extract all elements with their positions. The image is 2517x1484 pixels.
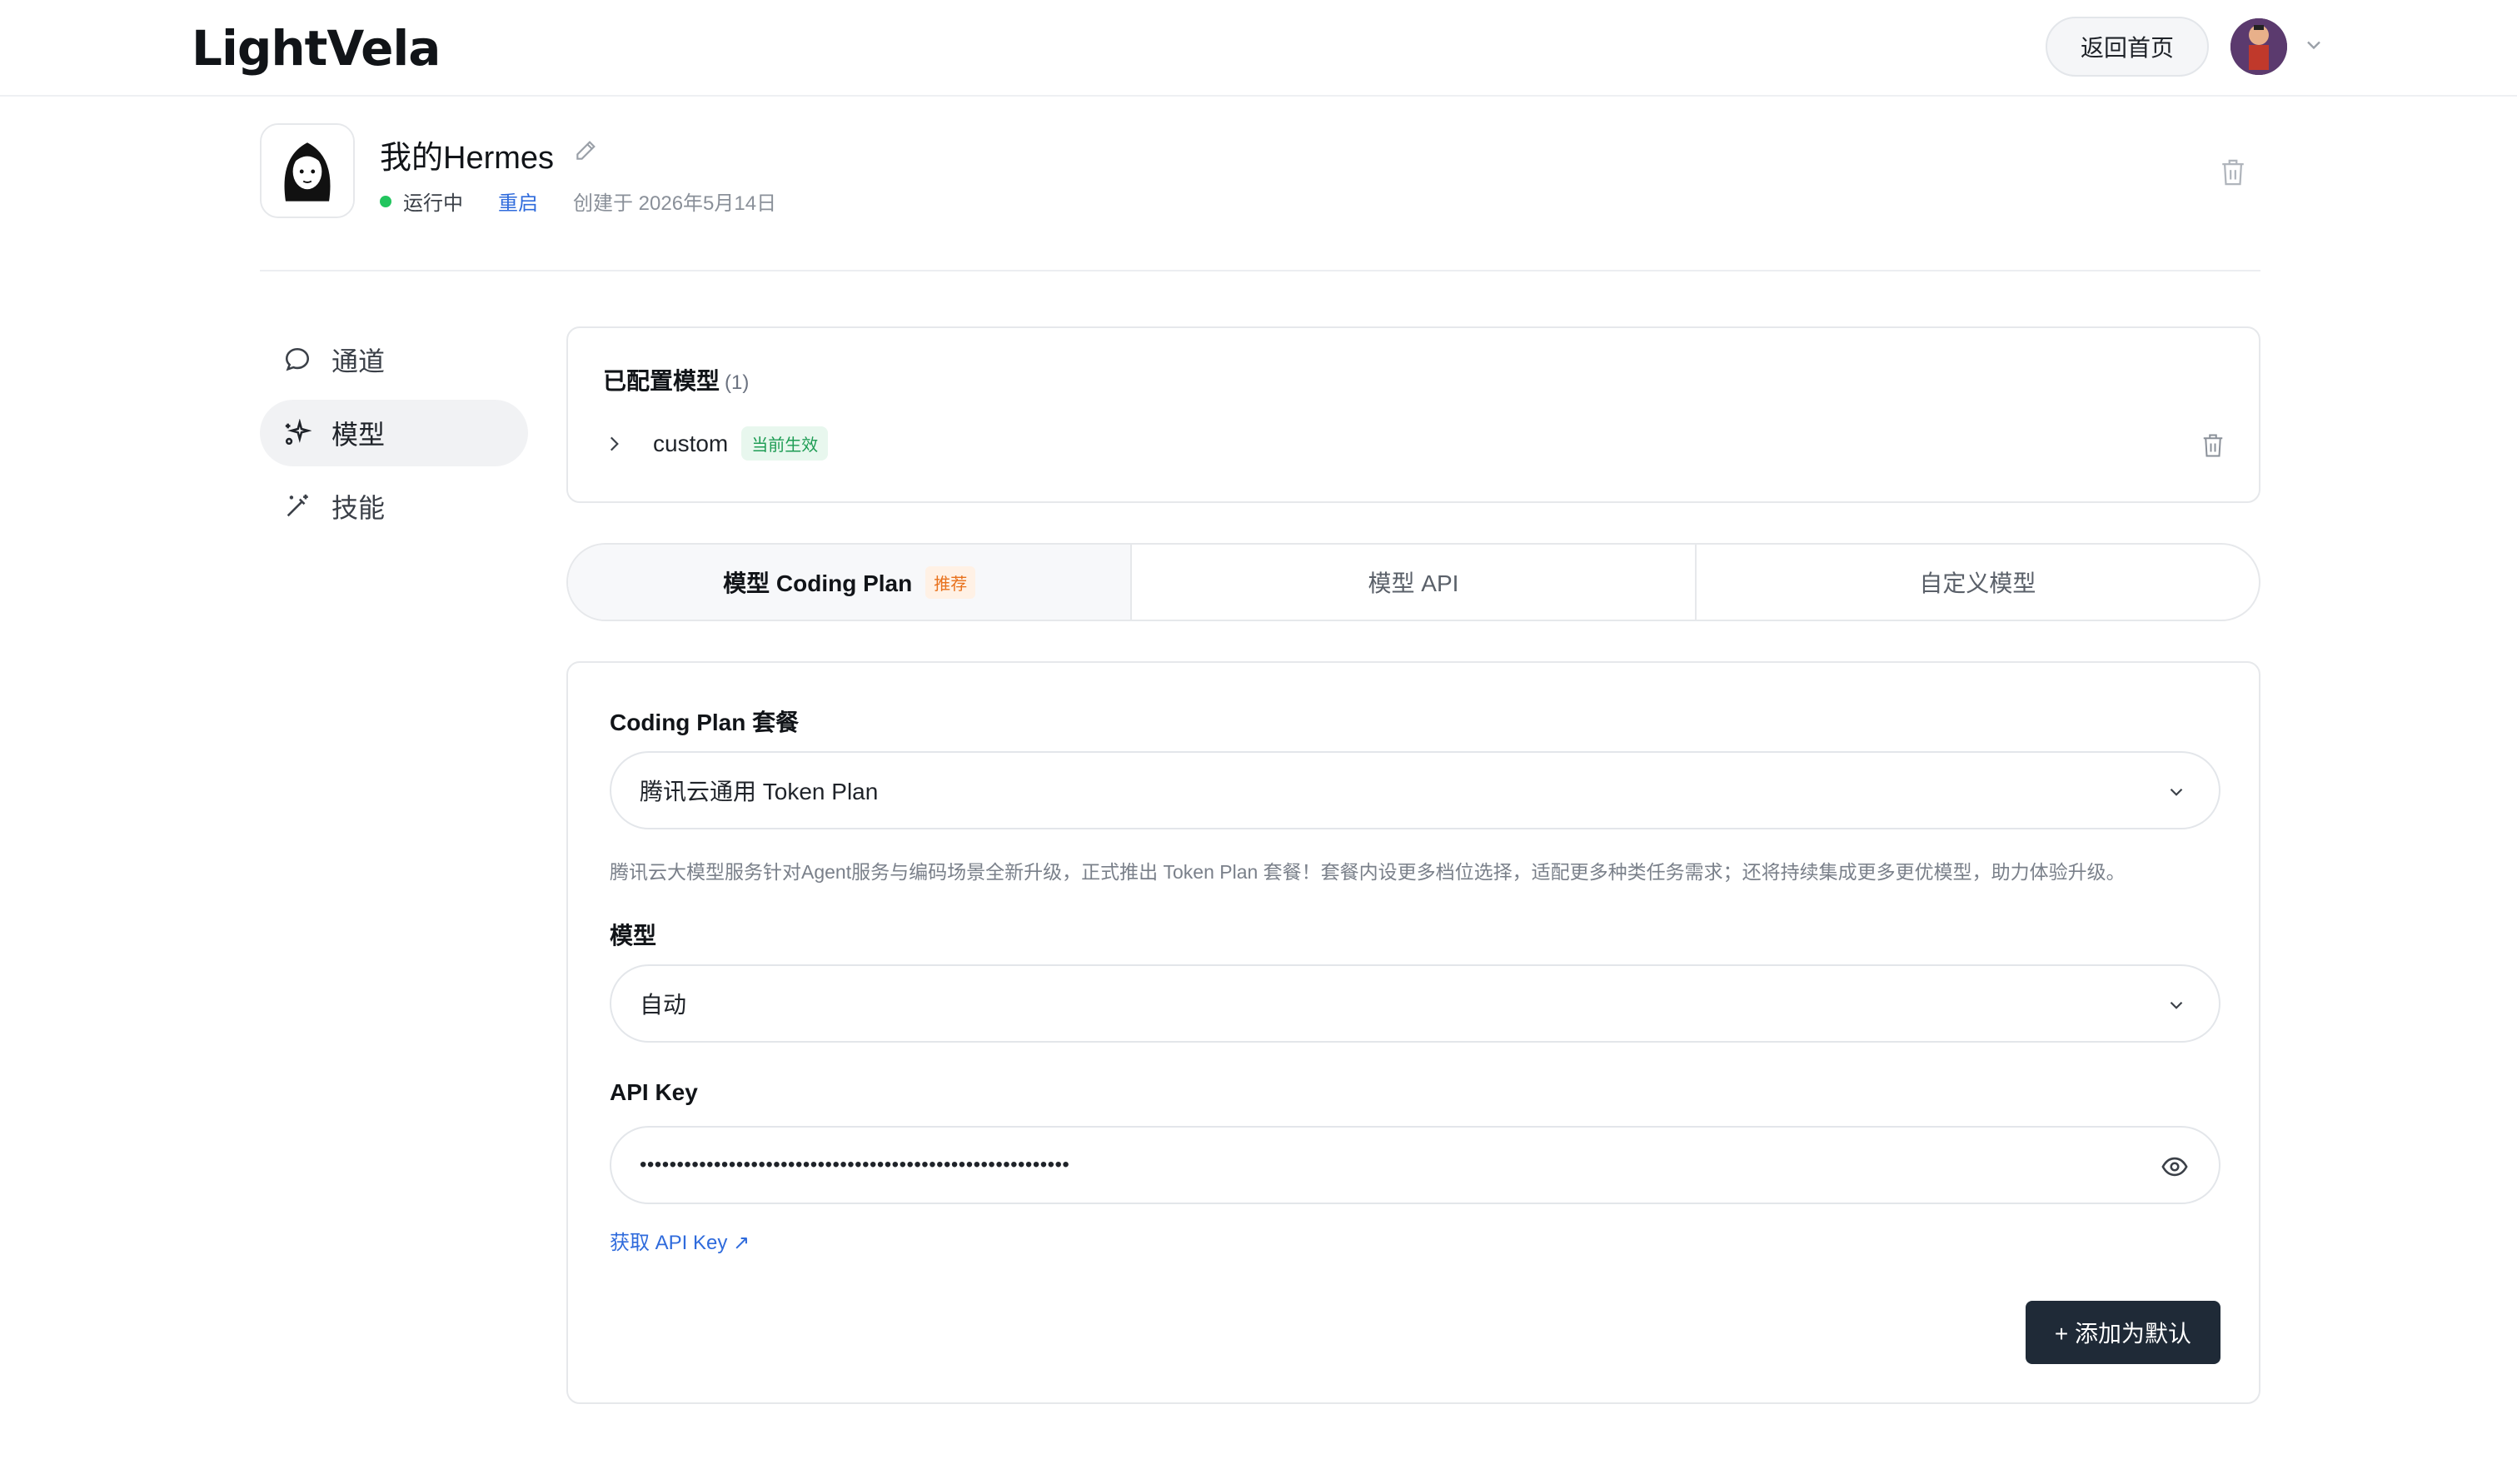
active-badge: 当前生效 bbox=[741, 426, 829, 461]
api-key-label: API Key bbox=[610, 1079, 698, 1105]
status-row: 运行中 重启 创建于 2026年5月14日 bbox=[380, 187, 776, 216]
model-source-tabs: 模型 Coding Plan 推荐 模型 API 自定义模型 bbox=[566, 543, 2260, 621]
model-name: custom bbox=[653, 430, 729, 456]
chevron-down-icon bbox=[2170, 1001, 2183, 1009]
magic-wand-icon bbox=[287, 494, 308, 517]
agent-name: 我的Hermes bbox=[380, 141, 555, 176]
status-text: 运行中 bbox=[403, 192, 463, 215]
model-select[interactable]: 自动 bbox=[610, 964, 2220, 1043]
recommend-badge: 推荐 bbox=[925, 565, 976, 599]
add-default-button[interactable]: + 添加为默认 bbox=[2026, 1301, 2220, 1364]
api-key-input[interactable]: ••••••••••••••••••••••••••••••••••••••••… bbox=[610, 1126, 2220, 1204]
tab-label: 自定义模型 bbox=[1919, 570, 2036, 596]
coding-plan-form: Coding Plan 套餐 腾讯云通用 Token Plan 腾讯云大模型服务… bbox=[566, 661, 2260, 1404]
sidebar-item-channels[interactable]: 通道 bbox=[260, 326, 528, 393]
tab-coding-plan[interactable]: 模型 Coding Plan 推荐 bbox=[568, 545, 1133, 620]
configured-count: (1) bbox=[725, 371, 750, 394]
configured-models-card: 已配置模型 (1) custom 当前生效 bbox=[566, 326, 2260, 503]
pencil-icon[interactable] bbox=[573, 137, 600, 163]
sidebar-item-models[interactable]: 模型 bbox=[260, 400, 528, 466]
tab-custom-model[interactable]: 自定义模型 bbox=[1697, 545, 2259, 620]
status-dot bbox=[380, 195, 391, 207]
get-api-key-link[interactable]: 获取 API Key ↗ bbox=[610, 1226, 750, 1255]
user-avatar[interactable] bbox=[2230, 18, 2287, 75]
model-label: 模型 bbox=[610, 923, 657, 949]
tab-label: 模型 API bbox=[1368, 570, 1459, 596]
chevron-down-icon bbox=[2170, 788, 2183, 796]
configured-model-row[interactable]: custom 当前生效 bbox=[603, 426, 829, 461]
chevron-right-icon[interactable] bbox=[603, 433, 625, 455]
configured-title: 已配置模型 (1) bbox=[603, 363, 749, 396]
created-date: 创建于 2026年5月14日 bbox=[573, 192, 777, 215]
tab-model-api[interactable]: 模型 API bbox=[1132, 545, 1697, 620]
sidebar-item-label: 技能 bbox=[331, 493, 386, 523]
agent-avatar bbox=[260, 123, 355, 218]
api-key-value: ••••••••••••••••••••••••••••••••••••••••… bbox=[640, 1153, 1070, 1176]
sidebar-item-skills[interactable]: 技能 bbox=[260, 473, 528, 540]
eye-icon[interactable] bbox=[2161, 1153, 2189, 1181]
trash-icon[interactable] bbox=[2219, 157, 2247, 188]
chevron-down-icon[interactable] bbox=[2302, 33, 2325, 57]
app-logo[interactable]: LightVela bbox=[192, 20, 441, 77]
configured-title-text: 已配置模型 bbox=[603, 368, 720, 394]
sidebar-item-label: 通道 bbox=[331, 346, 386, 376]
sidebar-item-label: 模型 bbox=[331, 420, 386, 450]
header-divider bbox=[260, 270, 2260, 271]
home-button[interactable]: 返回首页 bbox=[2046, 17, 2209, 77]
sparkle-icon bbox=[285, 419, 312, 446]
model-select-value: 自动 bbox=[640, 992, 687, 1018]
plan-help-text: 腾讯云大模型服务针对Agent服务与编码场景全新升级，正式推出 Token Pl… bbox=[610, 861, 2126, 883]
tab-label: 模型 Coding Plan bbox=[723, 570, 913, 596]
plan-label: Coding Plan 套餐 bbox=[610, 710, 800, 735]
trash-icon[interactable] bbox=[2201, 431, 2225, 460]
plan-select-value: 腾讯云通用 Token Plan bbox=[640, 779, 879, 804]
restart-link[interactable]: 重启 bbox=[498, 187, 538, 216]
plan-select[interactable]: 腾讯云通用 Token Plan bbox=[610, 751, 2220, 829]
chat-bubble-icon bbox=[285, 347, 310, 371]
top-bar: LightVela 返回首页 bbox=[0, 0, 2517, 97]
